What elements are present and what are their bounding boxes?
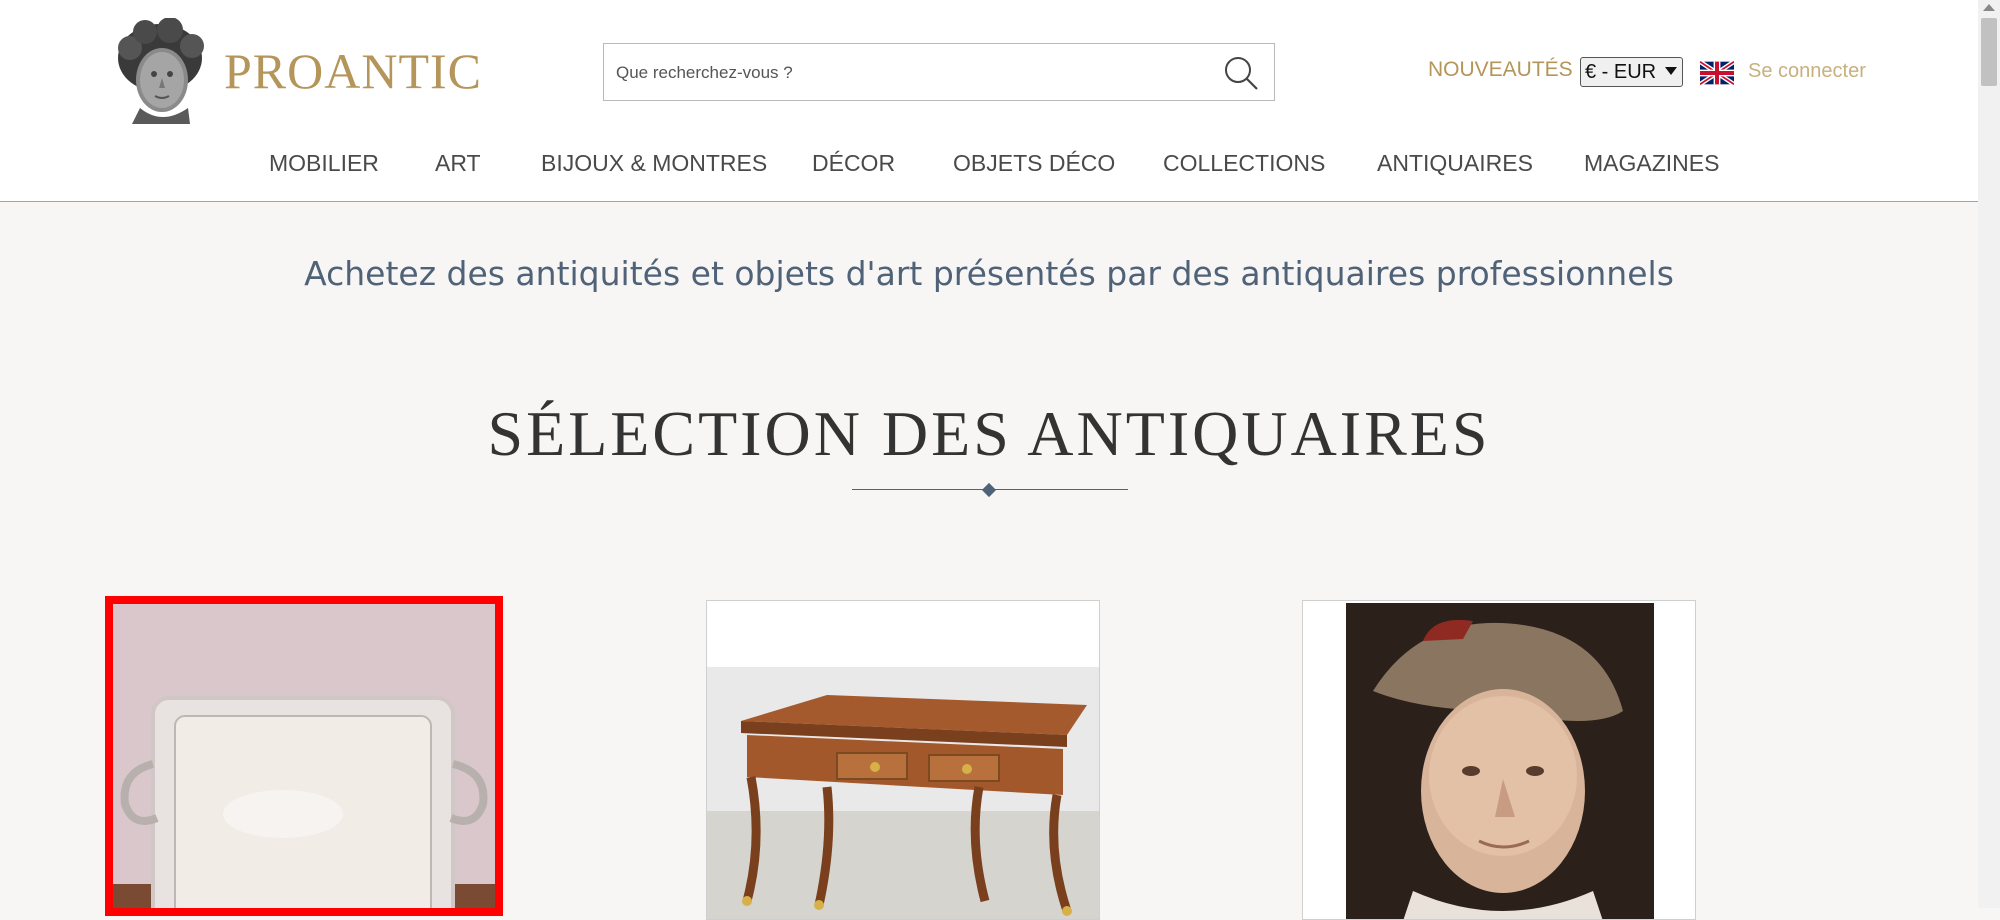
- section-title: SÉLECTION DES ANTIQUAIRES: [487, 398, 1491, 469]
- divider-diamond-icon: [981, 482, 997, 498]
- scrollbar[interactable]: [1978, 0, 2000, 908]
- nav-item-antiquaires[interactable]: ANTIQUAIRES: [1377, 150, 1533, 177]
- scrollbar-thumb[interactable]: [1981, 18, 1997, 86]
- tagline: Achetez des antiquités et objets d'art p…: [304, 254, 1674, 293]
- nav-item-collections[interactable]: COLLECTIONS: [1163, 150, 1325, 177]
- chevron-down-icon: [1665, 67, 1677, 75]
- currency-value: € - EUR: [1585, 61, 1657, 83]
- logo-bust-icon[interactable]: [110, 18, 210, 124]
- nav-item-objets-deco[interactable]: OBJETS DÉCO: [953, 150, 1115, 177]
- nav-item-bijoux-montres[interactable]: BIJOUX & MONTRES: [541, 150, 767, 177]
- product-card-desk[interactable]: [706, 600, 1100, 920]
- site-header: PROANTIC NOUVEAUTÉS € - EUR Se connecter…: [0, 0, 1978, 202]
- product-card-tray[interactable]: [105, 596, 503, 916]
- search-input[interactable]: [614, 56, 1178, 90]
- currency-select[interactable]: € - EUR: [1580, 57, 1683, 87]
- nav-item-mobilier[interactable]: MOBILIER: [269, 150, 379, 177]
- product-image-tray: [113, 604, 495, 908]
- product-card-portrait[interactable]: [1302, 600, 1696, 920]
- product-image-desk: [707, 601, 1099, 919]
- uk-flag-icon[interactable]: [1700, 60, 1734, 86]
- nav-item-art[interactable]: ART: [435, 150, 481, 177]
- scroll-up-arrow-icon[interactable]: [1983, 4, 1995, 11]
- site-logo[interactable]: PROANTIC: [224, 42, 482, 100]
- product-image-portrait: [1303, 601, 1695, 919]
- nouveautes-link[interactable]: NOUVEAUTÉS: [1428, 58, 1573, 82]
- nav-item-magazines[interactable]: MAGAZINES: [1584, 150, 1719, 177]
- nav-item-decor[interactable]: DÉCOR: [812, 150, 895, 177]
- search-icon[interactable]: [1222, 54, 1260, 92]
- search-box: [603, 43, 1275, 101]
- login-link[interactable]: Se connecter: [1748, 60, 1866, 83]
